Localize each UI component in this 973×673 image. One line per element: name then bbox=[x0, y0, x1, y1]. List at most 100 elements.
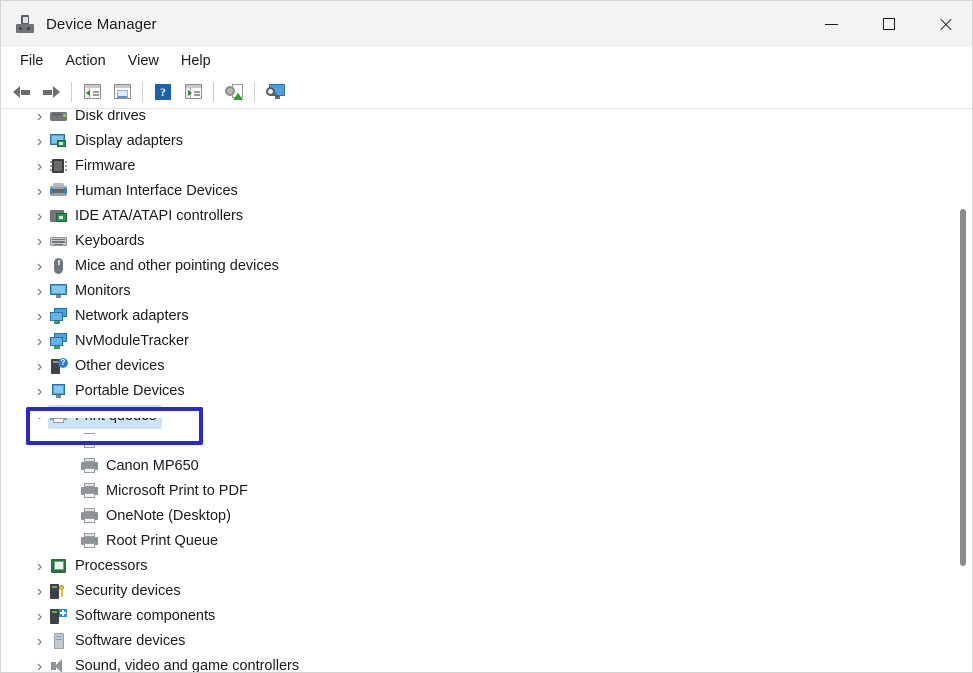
firmware-icon bbox=[50, 158, 67, 175]
tree-item-label: Software devices bbox=[75, 634, 185, 649]
show-hidden-devices-button[interactable] bbox=[260, 78, 290, 106]
tree-item-other-devices[interactable]: ›?Other devices bbox=[1, 354, 946, 379]
tree-item-label: Firmware bbox=[75, 159, 135, 174]
printer-icon bbox=[81, 533, 98, 550]
close-button[interactable] bbox=[917, 1, 973, 47]
tree-item-mice-and-other-pointing-devices[interactable]: ›Mice and other pointing devices bbox=[1, 254, 946, 279]
tree-item-nvmoduletracker[interactable]: ›NvModuleTracker bbox=[1, 329, 946, 354]
help-button[interactable]: ? bbox=[148, 78, 178, 106]
tree-item-content: Canon MP650 bbox=[79, 455, 205, 479]
disk-drive-icon bbox=[50, 110, 67, 125]
tree-item-root-print-queue[interactable]: Root Print Queue bbox=[1, 529, 946, 554]
maximize-button[interactable] bbox=[860, 1, 917, 47]
security-device-icon bbox=[50, 583, 67, 600]
tree-item-monitors[interactable]: ›Monitors bbox=[1, 279, 946, 304]
menu-bar: File Action View Help bbox=[1, 47, 973, 75]
device-manager-icon bbox=[15, 14, 35, 34]
chevron-right-icon[interactable]: › bbox=[31, 159, 48, 175]
ide-controller-icon bbox=[50, 208, 67, 225]
properties-icon bbox=[114, 84, 131, 99]
menu-help[interactable]: Help bbox=[170, 50, 222, 72]
tree-item-display-adapters[interactable]: ›Display adapters bbox=[1, 129, 946, 154]
software-component-icon bbox=[50, 608, 67, 625]
tree-item-content: Software devices bbox=[48, 630, 191, 654]
chevron-right-icon[interactable]: › bbox=[31, 234, 48, 250]
tree-item-software-components[interactable]: ›Software components bbox=[1, 604, 946, 629]
tree-item-content: Microsoft Print to PDF bbox=[79, 480, 254, 504]
show-hide-console-tree-button[interactable] bbox=[77, 78, 107, 106]
tree-item-content: Root Print Queue bbox=[79, 530, 224, 554]
tree-item-firmware[interactable]: › Firmware bbox=[1, 154, 946, 179]
tree-item-label: Portable Devices bbox=[75, 384, 185, 399]
tree-item-disk-drives[interactable]: ›Disk drives bbox=[1, 110, 946, 129]
tree-item-portable-devices[interactable]: › Portable Devices bbox=[1, 379, 946, 404]
vertical-scrollbar-thumb[interactable] bbox=[960, 209, 966, 566]
console-tree-icon bbox=[84, 84, 101, 99]
chevron-right-icon[interactable]: › bbox=[31, 309, 48, 325]
tree-item-content: Mice and other pointing devices bbox=[48, 255, 285, 279]
mouse-icon bbox=[50, 258, 67, 275]
tree-item-security-devices[interactable]: ›Security devices bbox=[1, 579, 946, 604]
title-bar: Device Manager bbox=[1, 1, 973, 47]
chevron-right-icon[interactable]: › bbox=[31, 634, 48, 650]
chevron-right-icon[interactable]: › bbox=[31, 609, 48, 625]
menu-action[interactable]: Action bbox=[54, 50, 116, 72]
tree-item-microsoft-print-to-pdf[interactable]: Microsoft Print to PDF bbox=[1, 479, 946, 504]
chevron-right-icon[interactable]: › bbox=[31, 259, 48, 275]
chevron-right-icon[interactable]: › bbox=[31, 659, 48, 673]
tree-item-ide-ata-atapi-controllers[interactable]: ›IDE ATA/ATAPI controllers bbox=[1, 204, 946, 229]
scan-for-hardware-changes-button[interactable] bbox=[178, 78, 208, 106]
chevron-right-icon[interactable]: › bbox=[31, 559, 48, 575]
minimize-button[interactable] bbox=[803, 1, 860, 47]
menu-file[interactable]: File bbox=[9, 50, 54, 72]
tree-item-content: Display adapters bbox=[48, 130, 189, 154]
tree-item-content: Software components bbox=[48, 605, 221, 629]
tree-item-keyboards[interactable]: ›Keyboards bbox=[1, 229, 946, 254]
chevron-right-icon[interactable]: › bbox=[31, 134, 48, 150]
printer-icon bbox=[81, 458, 98, 475]
software-device-icon bbox=[50, 633, 67, 650]
chevron-right-icon[interactable]: › bbox=[31, 110, 48, 125]
sound-device-icon bbox=[50, 658, 67, 673]
chevron-right-icon[interactable]: › bbox=[31, 184, 48, 200]
tree-item-content: OneNote (Desktop) bbox=[79, 505, 237, 529]
forward-button[interactable] bbox=[36, 78, 66, 106]
tree-item-label: Canon MP650 bbox=[106, 459, 199, 474]
chevron-right-icon[interactable]: › bbox=[31, 384, 48, 400]
chevron-right-icon[interactable]: › bbox=[31, 284, 48, 300]
tree-item-content: Network adapters bbox=[48, 305, 195, 329]
processor-icon bbox=[50, 558, 67, 575]
tree-item-label: Sound, video and game controllers bbox=[75, 659, 299, 673]
tree-item-canon-mp650[interactable]: Canon MP650 bbox=[1, 454, 946, 479]
chevron-right-icon[interactable]: › bbox=[31, 334, 48, 350]
tree-item-sound-video-and-game-controllers[interactable]: › Sound, video and game controllers bbox=[1, 654, 946, 673]
toolbar-separator bbox=[213, 82, 214, 102]
annotation-mask-bottom bbox=[30, 434, 199, 441]
tree-item-content: Security devices bbox=[48, 580, 187, 604]
device-tree-pane[interactable]: ›Disk drives›Display adapters›Firmware›H… bbox=[1, 110, 973, 673]
display-adapter-icon bbox=[50, 133, 67, 150]
tree-item-onenote-desktop[interactable]: OneNote (Desktop) bbox=[1, 504, 946, 529]
monitor-icon bbox=[50, 283, 67, 300]
tree-item-processors[interactable]: › Processors bbox=[1, 554, 946, 579]
back-button[interactable] bbox=[6, 78, 36, 106]
toolbar-separator bbox=[142, 82, 143, 102]
tree-item-human-interface-devices[interactable]: › Human Interface Devices bbox=[1, 179, 946, 204]
tree-item-content: Portable Devices bbox=[48, 380, 191, 404]
chevron-right-icon[interactable]: › bbox=[31, 359, 48, 375]
properties-button[interactable] bbox=[107, 78, 137, 106]
tree-item-canon-mp350[interactable]: Canon MP350 bbox=[1, 429, 946, 454]
chevron-right-icon[interactable]: › bbox=[31, 209, 48, 225]
forward-arrow-icon bbox=[43, 85, 60, 99]
vertical-scrollbar[interactable] bbox=[954, 110, 971, 673]
update-driver-button[interactable] bbox=[219, 78, 249, 106]
tree-item-label: Processors bbox=[75, 559, 148, 574]
tree-item-software-devices[interactable]: › Software devices bbox=[1, 629, 946, 654]
scan-hardware-icon bbox=[185, 84, 202, 99]
chevron-right-icon[interactable]: › bbox=[31, 584, 48, 600]
tree-item-network-adapters[interactable]: ›Network adapters bbox=[1, 304, 946, 329]
hid-icon bbox=[50, 183, 67, 200]
menu-view[interactable]: View bbox=[117, 50, 170, 72]
tree-item-label: Human Interface Devices bbox=[75, 184, 238, 199]
minimize-icon bbox=[825, 24, 838, 25]
